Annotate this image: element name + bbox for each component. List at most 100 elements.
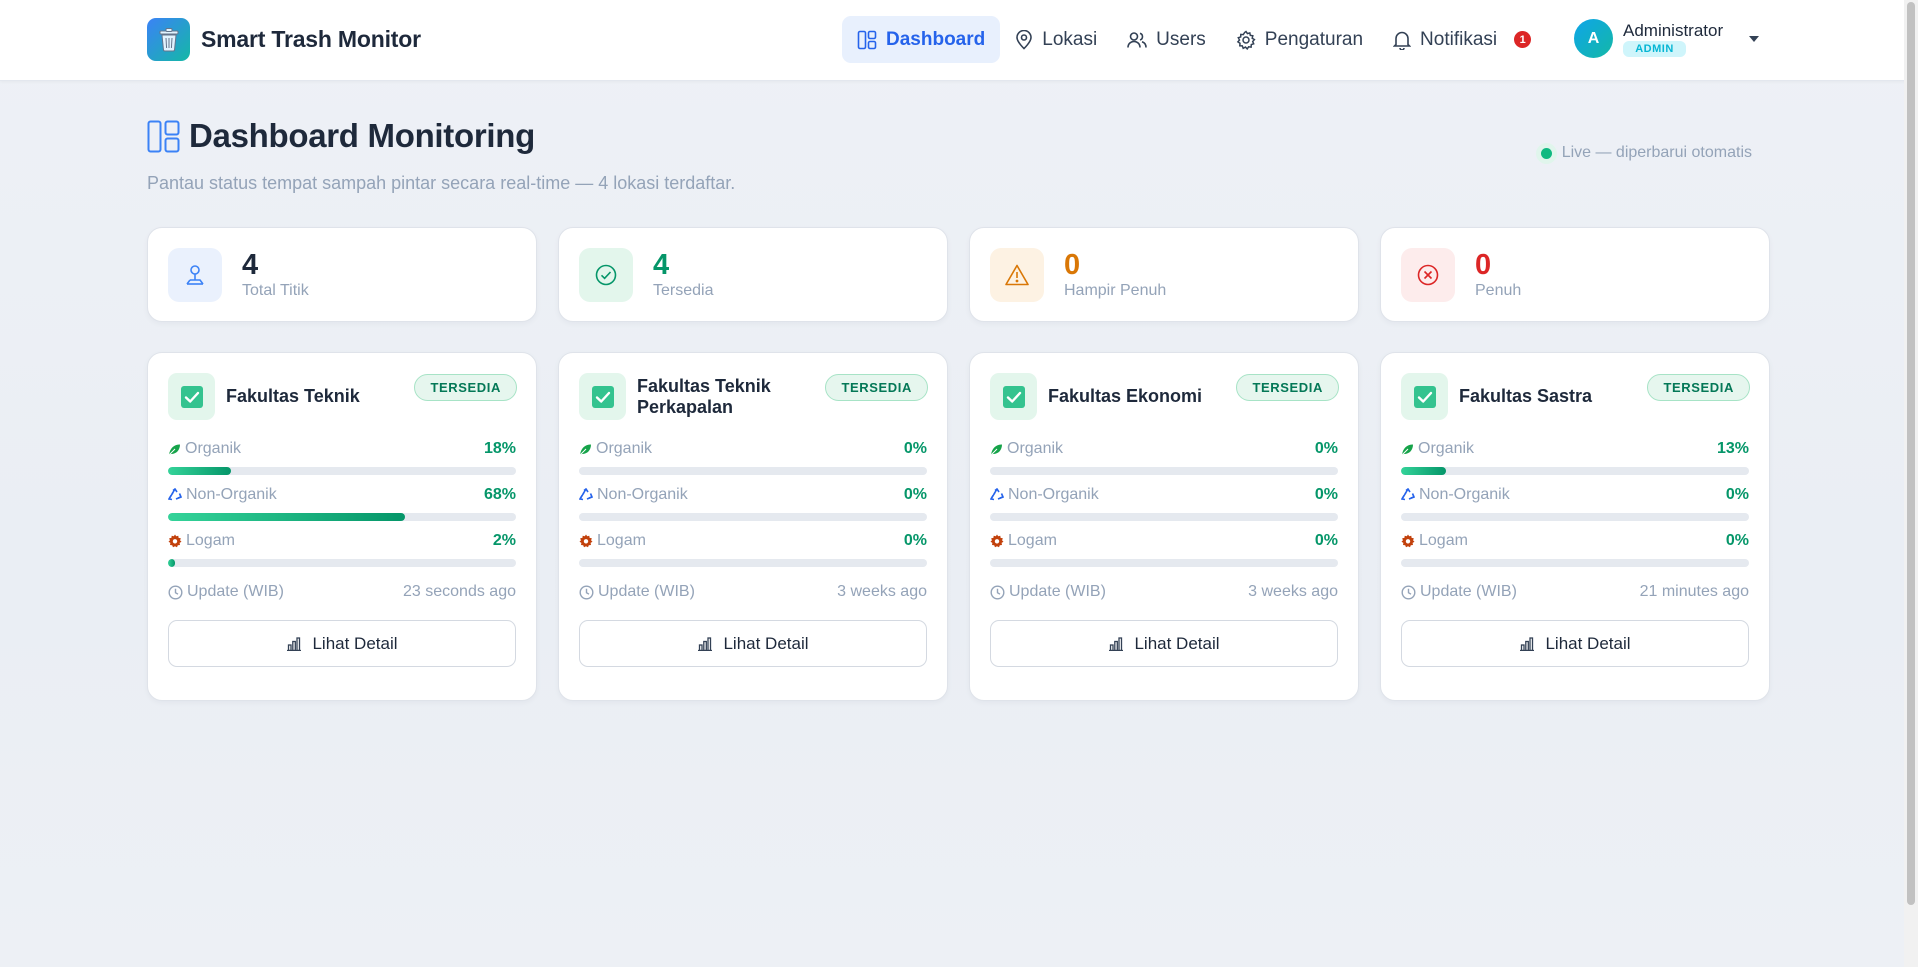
clock-icon	[168, 584, 183, 600]
status-badge: TERSEDIA	[825, 374, 928, 401]
nav-dashboard[interactable]: Dashboard	[842, 16, 1001, 63]
clock-icon	[990, 584, 1005, 600]
metric-percent: 0%	[1314, 440, 1338, 457]
metric-percent: 0%	[1725, 532, 1749, 549]
metric-percent: 0%	[1314, 532, 1338, 549]
location-card: Fakultas Ekonomi TERSEDIA Organik 0% Non…	[969, 352, 1359, 701]
lihat-detail-button[interactable]: Lihat Detail	[168, 620, 516, 667]
metric-label: Organik	[596, 440, 653, 457]
fill-bar-level	[1401, 467, 1447, 475]
update-time: 3 weeks ago	[837, 583, 927, 600]
metric-inorganic: Non-Organik 0%	[990, 485, 1338, 531]
fill-bar	[1401, 513, 1749, 521]
metric-label: Non-Organik	[1008, 486, 1099, 503]
status-badge: TERSEDIA	[1236, 374, 1339, 401]
nav-notifikasi[interactable]: Notifikasi 1	[1378, 16, 1546, 63]
scrollbar[interactable]	[1904, 0, 1918, 967]
location-name: Fakultas Sastra	[1459, 386, 1593, 406]
metric-label: Organik	[185, 440, 242, 457]
clock-icon	[579, 584, 594, 600]
bar-chart-icon	[1109, 636, 1124, 651]
bar-chart-icon	[1520, 636, 1535, 651]
update-time: 23 seconds ago	[403, 583, 516, 600]
update-row: Update (WIB) 23 seconds ago	[168, 583, 516, 601]
bar-chart-icon	[287, 636, 302, 651]
metric-percent: 0%	[1725, 486, 1749, 503]
fill-bar	[990, 559, 1338, 567]
live-label: Live — diperbarui otomatis	[1561, 144, 1752, 161]
metric-percent: 2%	[492, 532, 516, 549]
checkbox-check-icon	[1401, 373, 1448, 420]
metric-label: Logam	[597, 532, 646, 549]
lihat-detail-button[interactable]: Lihat Detail	[990, 620, 1338, 667]
bell-icon	[1393, 31, 1412, 50]
dashboard-icon	[147, 120, 180, 152]
stat-penuh: 0 Penuh	[1380, 227, 1770, 322]
notification-count-badge: 1	[1514, 31, 1532, 48]
checkbox-check-icon	[168, 373, 215, 420]
metric-metal: Logam 0%	[1401, 531, 1749, 577]
cog-icon	[579, 534, 593, 548]
metric-label: Logam	[1419, 532, 1468, 549]
cog-icon	[990, 534, 1004, 548]
status-badge: TERSEDIA	[1647, 374, 1750, 401]
chevron-down-icon	[1749, 35, 1760, 42]
role-badge: ADMIN	[1623, 40, 1686, 57]
users-icon	[1127, 31, 1147, 48]
lihat-detail-button[interactable]: Lihat Detail	[579, 620, 927, 667]
live-dot-icon	[1540, 147, 1552, 159]
brand[interactable]: Smart Trash Monitor	[147, 18, 421, 61]
update-row: Update (WIB) 3 weeks ago	[990, 583, 1338, 601]
leaf-icon	[168, 444, 180, 455]
location-name: Fakultas Teknik	[226, 386, 360, 406]
lihat-detail-button[interactable]: Lihat Detail	[1401, 620, 1749, 667]
metric-label: Organik	[1007, 440, 1064, 457]
user-name: Administrator	[1623, 20, 1724, 40]
leaf-icon	[990, 444, 1002, 455]
recycle-icon	[168, 488, 182, 501]
metric-percent: 0%	[903, 532, 927, 549]
lihat-detail-label: Lihat Detail	[312, 633, 398, 653]
nav-pengaturan-label: Pengaturan	[1264, 28, 1364, 50]
metric-inorganic: Non-Organik 68%	[168, 485, 516, 531]
nav-dashboard-label: Dashboard	[886, 28, 986, 50]
metric-organic: Organik 0%	[579, 439, 927, 485]
update-label: Update (WIB)	[1009, 583, 1106, 600]
warning-icon	[990, 247, 1044, 302]
update-label: Update (WIB)	[1420, 583, 1517, 600]
leaf-icon	[579, 444, 591, 455]
recycle-icon	[1401, 488, 1415, 501]
nav-lokasi-label: Lokasi	[1042, 28, 1098, 50]
lihat-detail-label: Lihat Detail	[1545, 633, 1631, 653]
fill-bar-level	[168, 467, 231, 475]
metric-percent: 0%	[1314, 486, 1338, 503]
scrollbar-thumb[interactable]	[1907, 2, 1915, 905]
metric-percent: 68%	[483, 486, 516, 503]
metric-label: Non-Organik	[186, 486, 277, 503]
metric-label: Non-Organik	[1419, 486, 1510, 503]
fill-bar	[990, 513, 1338, 521]
metric-metal: Logam 0%	[579, 531, 927, 577]
checkbox-check-icon	[990, 373, 1037, 420]
stat-value: 0	[1475, 248, 1492, 281]
nav-users[interactable]: Users	[1112, 16, 1221, 63]
top-navbar: Smart Trash Monitor Dashboard Lokasi Use…	[0, 0, 1918, 81]
update-time: 21 minutes ago	[1639, 583, 1749, 600]
fill-bar	[579, 513, 927, 521]
status-badge: TERSEDIA	[414, 374, 517, 401]
x-circle-icon	[1401, 247, 1455, 302]
metric-percent: 18%	[483, 440, 516, 457]
clock-icon	[1401, 584, 1416, 600]
nav-lokasi[interactable]: Lokasi	[1000, 16, 1112, 63]
user-menu[interactable]: A Administrator ADMIN	[1574, 19, 1760, 58]
metric-percent: 13%	[1716, 440, 1749, 457]
location-name: Fakultas Ekonomi	[1048, 386, 1203, 406]
metric-organic: Organik 18%	[168, 439, 516, 485]
update-row: Update (WIB) 3 weeks ago	[579, 583, 927, 601]
update-time: 3 weeks ago	[1248, 583, 1338, 600]
dashboard-icon	[857, 30, 877, 49]
location-name: Fakultas Teknik Perkapalan	[637, 375, 771, 417]
stat-value: 4	[653, 248, 670, 281]
nav-pengaturan[interactable]: Pengaturan	[1221, 16, 1378, 63]
map-pin-icon	[1016, 29, 1033, 50]
